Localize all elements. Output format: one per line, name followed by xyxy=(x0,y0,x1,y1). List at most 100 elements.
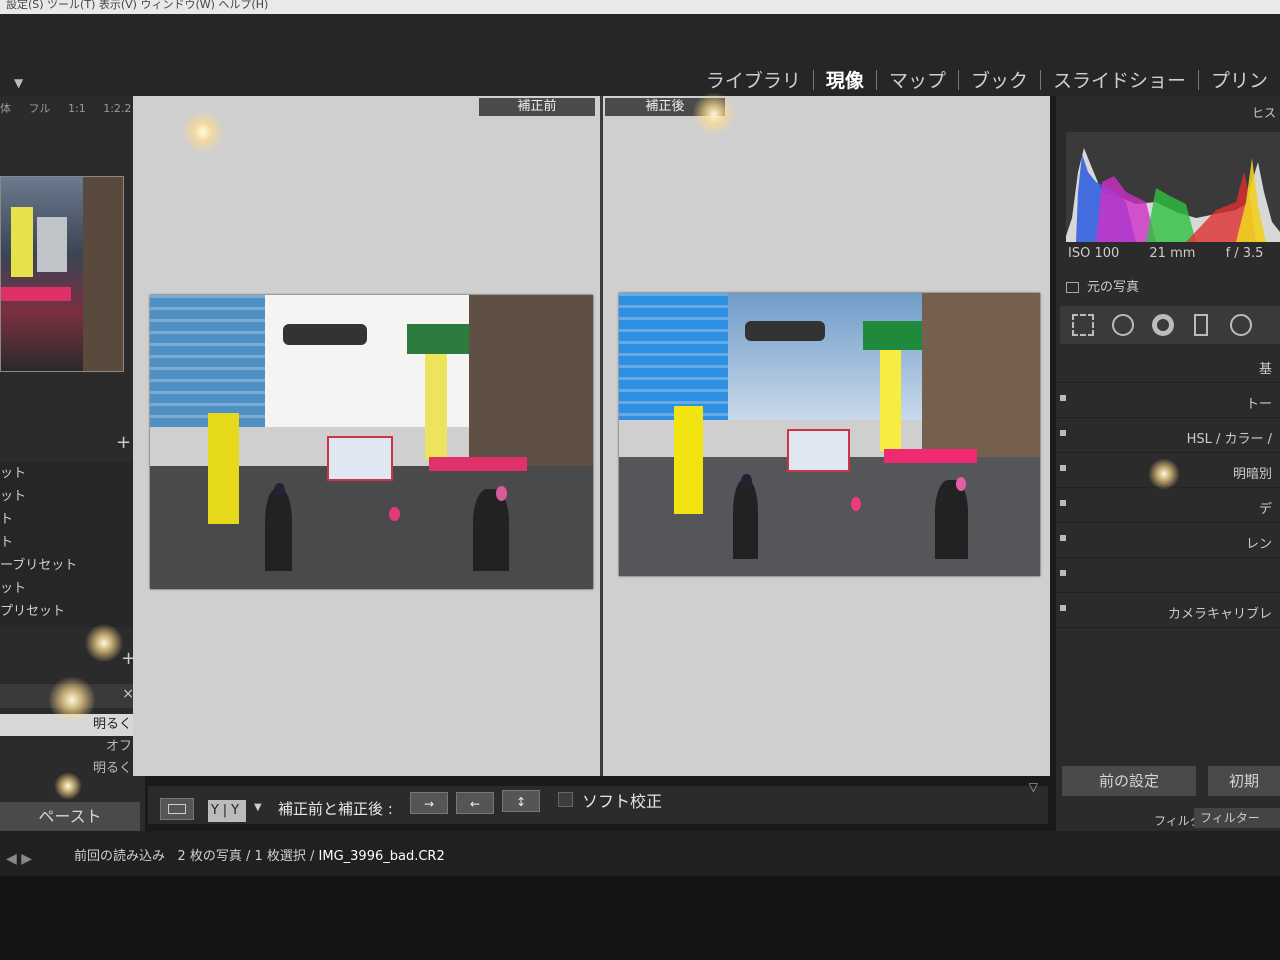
preview-detail xyxy=(1,287,71,301)
section-toggle[interactable] xyxy=(1060,500,1066,506)
module-slideshow[interactable]: スライドショー xyxy=(1041,66,1198,93)
aperture-value: f / 3.5 xyxy=(1225,246,1264,261)
filmstrip-bar: ◀ ▶ 前回の読み込み 2 枚の写真 / 1 枚選択 / IMG_3996_ba… xyxy=(0,831,1280,876)
section-lens[interactable]: レン xyxy=(1056,523,1280,558)
snapshot-item[interactable]: オフ xyxy=(0,736,140,758)
before-photo[interactable] xyxy=(150,295,593,589)
screen-bezel xyxy=(0,876,1280,960)
chevron-down-icon[interactable]: ▼ xyxy=(254,802,262,813)
photo-sign xyxy=(880,343,902,452)
section-toggle[interactable] xyxy=(1060,430,1066,436)
module-book[interactable]: ブック xyxy=(959,66,1040,93)
collapse-arrow-icon[interactable]: ▼ xyxy=(14,76,23,90)
preset-item[interactable]: ト xyxy=(0,531,140,554)
histogram-graph xyxy=(1066,148,1280,242)
original-photo-label: 元の写真 xyxy=(1087,280,1140,295)
add-preset-icon[interactable]: + xyxy=(116,432,131,453)
original-photo-checkbox[interactable] xyxy=(1066,282,1079,293)
section-toggle[interactable] xyxy=(1060,465,1066,471)
filmstrip-filename[interactable]: IMG_3996_bad.CR2 xyxy=(319,849,445,864)
radial-filter-icon[interactable] xyxy=(1230,314,1252,336)
filter-select[interactable]: フィルター xyxy=(1194,808,1280,828)
module-header: ▼ ライブラリ 現像 マップ ブック スライドショー プリン xyxy=(0,14,1280,96)
preview-detail xyxy=(37,217,67,272)
soft-proof-checkbox[interactable] xyxy=(558,792,573,807)
zoom-1-1[interactable]: 1:1 xyxy=(68,102,86,115)
preset-item[interactable]: ト xyxy=(0,508,140,531)
module-picker: ライブラリ 現像 マップ ブック スライドショー プリン xyxy=(694,66,1280,93)
before-after-view-button[interactable]: Y|Y xyxy=(208,800,246,822)
photo-helmet xyxy=(850,496,862,511)
filmstrip-source[interactable]: 前回の読み込み xyxy=(74,849,165,864)
photo-traffic-light xyxy=(745,321,826,342)
photo-building-windows xyxy=(150,295,266,428)
section-label: トー xyxy=(1245,397,1272,412)
module-map[interactable]: マップ xyxy=(877,66,958,93)
preset-item[interactable]: ーブリセット xyxy=(0,554,140,577)
paste-button[interactable]: ペースト xyxy=(0,802,140,832)
focal-length: 21 mm xyxy=(1149,246,1196,261)
previous-settings-button[interactable]: 前の設定 xyxy=(1062,766,1196,796)
glare-reflection xyxy=(54,772,82,800)
photo-sign xyxy=(207,412,239,525)
photo-sign xyxy=(429,456,527,472)
photo-sign xyxy=(673,406,704,514)
preset-list: ット ット ト ト ーブリセット ット プリセット xyxy=(0,462,140,627)
histogram-green xyxy=(1146,188,1196,242)
preset-item[interactable]: ット xyxy=(0,462,140,485)
section-label: デ xyxy=(1258,502,1272,517)
copy-after-to-before-button[interactable]: ← xyxy=(456,792,494,814)
photo-billboard xyxy=(787,428,851,473)
tool-strip xyxy=(1060,306,1280,344)
section-toggle[interactable] xyxy=(1060,535,1066,541)
original-photo-toggle[interactable]: 元の写真 xyxy=(1066,276,1139,295)
section-camera-calibration[interactable]: カメラキャリブレ xyxy=(1056,593,1280,628)
preset-item[interactable]: プリセット xyxy=(0,600,140,623)
section-effects[interactable] xyxy=(1056,558,1280,593)
glare-reflection xyxy=(692,92,736,136)
graduated-filter-icon[interactable] xyxy=(1194,314,1208,336)
module-develop[interactable]: 現像 xyxy=(814,66,876,93)
after-photo[interactable] xyxy=(619,293,1040,576)
photo-helmet xyxy=(495,486,507,501)
toolbar-menu-icon[interactable]: ▽ xyxy=(1029,780,1038,794)
photo-billboard xyxy=(327,436,394,482)
photo-helmet xyxy=(274,483,286,498)
copy-before-to-after-button[interactable]: → xyxy=(410,792,448,814)
preview-detail xyxy=(83,177,123,371)
section-basic[interactable]: 基 xyxy=(1056,348,1280,383)
photo-sign xyxy=(884,448,977,463)
menu-bar[interactable]: 設定(S) ツール(T) 表示(V) ウィンドウ(W) ヘルプ(H) xyxy=(0,0,1280,14)
exif-info: ISO 100 21 mm f / 3.5 xyxy=(1068,246,1280,261)
nav-arrows-icon[interactable]: ◀ ▶ xyxy=(6,851,32,867)
photo-sign xyxy=(424,347,447,460)
histogram-magenta xyxy=(1096,176,1156,242)
section-toggle[interactable] xyxy=(1060,570,1066,576)
preset-item[interactable]: ット xyxy=(0,577,140,600)
photo-street-sign xyxy=(406,324,469,354)
zoom-fit[interactable]: フル xyxy=(29,102,51,115)
section-toggle[interactable] xyxy=(1060,395,1066,401)
module-library[interactable]: ライブラリ xyxy=(694,66,813,93)
spot-removal-icon[interactable] xyxy=(1112,314,1134,336)
reset-button[interactable]: 初期 xyxy=(1208,766,1280,796)
navigator-preview[interactable] xyxy=(0,176,124,372)
photo-traffic-light xyxy=(282,324,368,345)
photo-building-windows xyxy=(619,293,729,421)
glare-reflection xyxy=(84,624,124,662)
section-tone-curve[interactable]: トー xyxy=(1056,383,1280,418)
swap-before-after-button[interactable]: ↕ xyxy=(502,790,540,812)
section-hsl[interactable]: HSL / カラー / xyxy=(1056,418,1280,453)
soft-proof-label: ソフト校正 xyxy=(582,792,663,811)
module-print[interactable]: プリン xyxy=(1199,66,1280,93)
histogram-title: ヒス xyxy=(1251,106,1276,120)
section-toggle[interactable] xyxy=(1060,605,1066,611)
red-eye-icon[interactable] xyxy=(1152,314,1174,336)
loupe-view-button[interactable] xyxy=(160,798,194,820)
filmstrip-count: 2 枚の写真 / 1 枚選択 / xyxy=(177,849,315,864)
histogram[interactable] xyxy=(1066,132,1280,242)
compare-view: 補正前 補正後 xyxy=(133,96,1050,776)
crop-icon[interactable] xyxy=(1072,314,1094,336)
section-detail[interactable]: デ xyxy=(1056,488,1280,523)
preset-item[interactable]: ット xyxy=(0,485,140,508)
